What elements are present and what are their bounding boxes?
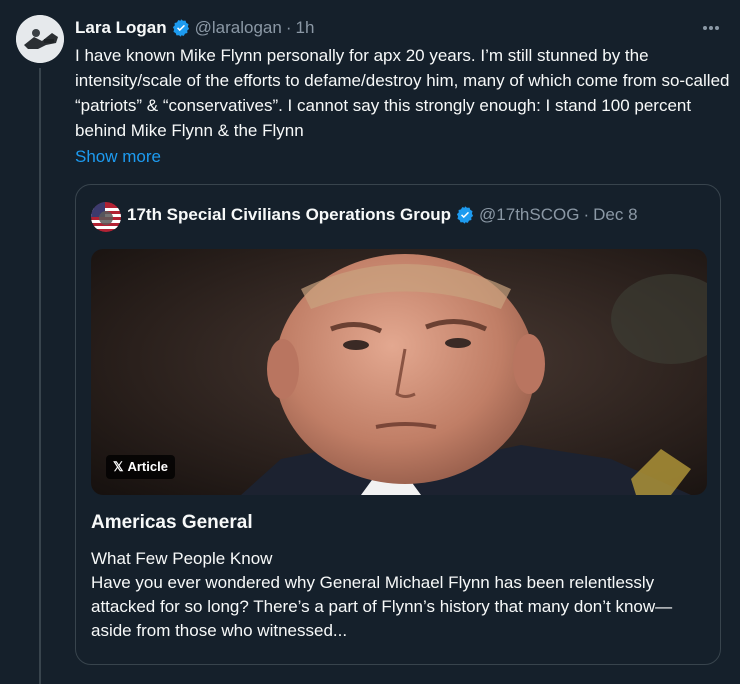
author-handle[interactable]: @laralogan (195, 16, 282, 40)
thread-line (39, 68, 41, 684)
tweet-text: I have known Mike Flynn personally for a… (75, 46, 730, 140)
quoted-author-name[interactable]: 17th Special Civilians Operations Group (127, 203, 451, 227)
header-separator: · (285, 18, 292, 37)
article-excerpt: Have you ever wondered why General Micha… (91, 573, 673, 640)
author-avatar[interactable] (16, 15, 64, 63)
tweet-header: Lara Logan @laralogan · 1h (75, 16, 314, 40)
quoted-header-separator: · (583, 205, 590, 224)
quoted-post-card[interactable]: 17th Special Civilians Operations Group … (75, 184, 721, 665)
verified-badge-icon (455, 205, 475, 225)
author-name[interactable]: Lara Logan (75, 16, 167, 40)
quoted-author-avatar[interactable] (91, 202, 121, 232)
article-title[interactable]: Americas General (91, 510, 253, 536)
more-options-button[interactable] (697, 17, 725, 39)
x-logo-icon: 𝕏 (113, 459, 124, 474)
article-subtitle: What Few People Know (91, 549, 273, 568)
article-badge-label: Article (127, 459, 168, 474)
article-badge: 𝕏 Article (106, 455, 175, 479)
quoted-post-header: 17th Special Civilians Operations Group … (127, 203, 638, 227)
tweet-timestamp[interactable]: 1h (296, 16, 315, 40)
verified-badge-icon (171, 18, 191, 38)
show-more-link[interactable]: Show more (75, 144, 161, 169)
quoted-post-date[interactable]: Dec 8 (593, 203, 637, 227)
quoted-author-handle[interactable]: @17thSCOG (479, 203, 579, 227)
article-cover-image[interactable]: 𝕏 Article (91, 249, 707, 495)
more-horizontal-icon (703, 26, 719, 30)
